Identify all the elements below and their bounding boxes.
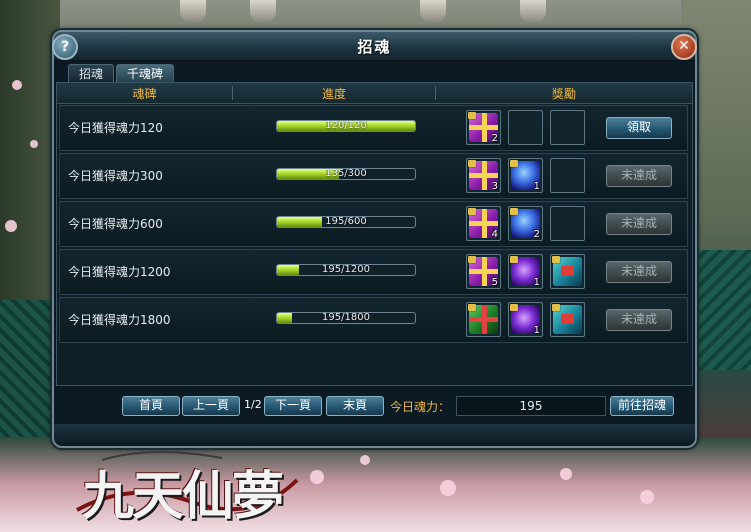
bound-lock-icon: [510, 304, 518, 311]
bound-lock-icon: [510, 208, 518, 215]
row-goal-label: 今日獲得魂力300: [68, 169, 163, 183]
reward-slot[interactable]: [550, 254, 585, 289]
monument-table: 魂碑 進度 獎勵 今日獲得魂力120 120/120 2 領取 今日獲得魂力300 135…: [56, 82, 693, 386]
progress-text: 120/120: [325, 120, 367, 131]
header-progress: 進度: [321, 87, 346, 101]
row-goal-label: 今日獲得魂力120: [68, 121, 163, 135]
progress-text: 195/600: [325, 216, 367, 227]
reward-slot[interactable]: 4: [466, 206, 501, 241]
scene-jar: [520, 0, 546, 22]
not-achieved-button[interactable]: 未達成: [606, 213, 672, 235]
header-rewards: 獎勵: [551, 87, 576, 101]
empty-reward-slot: [508, 110, 543, 145]
scene-roof-left: [0, 300, 58, 440]
claim-button[interactable]: 領取: [606, 117, 672, 139]
tab-bar: 招魂 千魂碑: [68, 64, 175, 83]
tab-summon-soul[interactable]: 招魂: [68, 64, 115, 83]
reward-slot[interactable]: 5: [466, 254, 501, 289]
not-achieved-button[interactable]: 未達成: [606, 165, 672, 187]
blossom: [30, 140, 38, 148]
help-button[interactable]: ?: [52, 34, 78, 60]
bound-lock-icon: [468, 160, 476, 167]
reward-slot[interactable]: [550, 302, 585, 337]
reward-quantity: 1: [533, 181, 540, 192]
prev-page-button[interactable]: 上一頁: [182, 396, 240, 416]
progress-bar: 195/600: [276, 216, 416, 228]
scene-jar: [180, 0, 206, 22]
bound-lock-icon: [510, 160, 518, 167]
table-row: 今日獲得魂力1800 195/1800 1 未達成: [59, 297, 688, 343]
progress-text: 135/300: [325, 168, 367, 179]
blossom: [5, 220, 17, 232]
reward-quantity: 4: [491, 229, 498, 240]
last-page-button[interactable]: 末頁: [326, 396, 384, 416]
bound-lock-icon: [552, 256, 560, 263]
reward-quantity: 1: [533, 325, 540, 336]
row-goal-label: 今日獲得魂力1200: [68, 265, 171, 279]
tab-thousand-soul-monument[interactable]: 千魂碑: [116, 64, 175, 83]
scene-jar: [420, 0, 446, 22]
title-bar: 招魂: [54, 32, 695, 61]
row-goal-label: 今日獲得魂力1800: [68, 313, 171, 327]
bound-lock-icon: [510, 256, 518, 263]
progress-bar: 135/300: [276, 168, 416, 180]
page-indicator: 1/2: [244, 398, 262, 411]
window-title: 招魂: [357, 38, 392, 56]
reward-quantity: 1: [533, 277, 540, 288]
go-summon-button[interactable]: 前往招魂: [610, 396, 674, 416]
game-logo: 九天仙夢: [72, 440, 302, 530]
bound-lock-icon: [468, 304, 476, 311]
reward-quantity: 2: [491, 133, 498, 144]
progress-bar: 195/1200: [276, 264, 416, 276]
table-row: 今日獲得魂力120 120/120 2 領取: [59, 105, 688, 151]
table-row: 今日獲得魂力300 135/300 3 1 未達成: [59, 153, 688, 199]
progress-bar: 120/120: [276, 120, 416, 132]
progress-bar: 195/1800: [276, 312, 416, 324]
empty-reward-slot: [550, 110, 585, 145]
reward-quantity: 5: [491, 277, 498, 288]
reward-slot[interactable]: 3: [466, 158, 501, 193]
empty-reward-slot: [550, 158, 585, 193]
progress-text: 195/1800: [322, 312, 370, 323]
row-goal-label: 今日獲得魂力600: [68, 217, 163, 231]
reward-slot[interactable]: 1: [508, 158, 543, 193]
blossom: [310, 470, 324, 484]
reward-slot[interactable]: [466, 302, 501, 337]
blossom: [640, 490, 654, 504]
pagination-bar: 首頁 上一頁 1/2 下一頁 末頁 今日魂力： 195 前往招魂: [54, 390, 695, 420]
table-header: 魂碑 進度 獎勵: [57, 83, 692, 104]
table-row: 今日獲得魂力600 195/600 4 2 未達成: [59, 201, 688, 247]
bound-lock-icon: [552, 304, 560, 311]
header-monument: 魂碑: [132, 87, 157, 101]
bound-lock-icon: [468, 208, 476, 215]
reward-slot[interactable]: 2: [466, 110, 501, 145]
not-achieved-button[interactable]: 未達成: [606, 261, 672, 283]
today-soul-value: 195: [456, 396, 606, 416]
reward-slot[interactable]: 1: [508, 302, 543, 337]
progress-text: 195/1200: [322, 264, 370, 275]
reward-quantity: 3: [491, 181, 498, 192]
close-button[interactable]: ✕: [671, 34, 697, 60]
next-page-button[interactable]: 下一頁: [264, 396, 322, 416]
blossom: [560, 468, 572, 480]
soul-monument-window: 招魂 ? ✕ 招魂 千魂碑 魂碑 進度 獎勵 今日獲得魂力120 120/120 2…: [52, 30, 697, 448]
reward-slot[interactable]: 2: [508, 206, 543, 241]
blossom: [12, 80, 22, 90]
bound-lock-icon: [468, 256, 476, 263]
logo-text: 九天仙夢: [82, 466, 284, 527]
blossom: [360, 455, 370, 465]
empty-reward-slot: [550, 206, 585, 241]
blossom: [440, 480, 456, 496]
reward-quantity: 2: [533, 229, 540, 240]
reward-slot[interactable]: 1: [508, 254, 543, 289]
bound-lock-icon: [468, 112, 476, 119]
first-page-button[interactable]: 首頁: [122, 396, 180, 416]
table-row: 今日獲得魂力1200 195/1200 5 1 未達成: [59, 249, 688, 295]
scene-jar: [250, 0, 276, 22]
today-soul-label: 今日魂力：: [390, 400, 451, 414]
not-achieved-button[interactable]: 未達成: [606, 309, 672, 331]
